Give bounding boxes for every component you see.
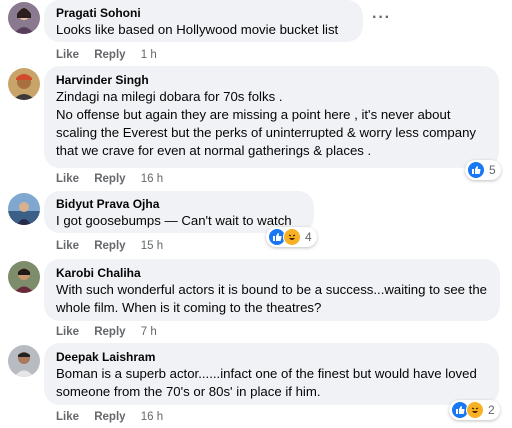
comment-text: With such wonderful actors it is bound t…	[56, 282, 488, 315]
comment-actions: Like Reply 16 h	[56, 410, 163, 424]
haha-reaction-icon	[283, 228, 301, 246]
reaction-count: 5	[489, 163, 496, 177]
comment-bubble: Karobi Chaliha With such wonderful actor…	[44, 259, 500, 321]
comment-bubble: Harvinder Singh Zindagi na milegi dobara…	[44, 66, 499, 168]
reaction-summary[interactable]: 2	[449, 400, 500, 420]
more-options-icon[interactable]: ···	[372, 9, 391, 27]
like-button[interactable]: Like	[56, 49, 79, 61]
avatar[interactable]	[8, 68, 40, 100]
reply-button[interactable]: Reply	[94, 326, 125, 338]
comment-text: I got goosebumps — Can't wait to watch	[56, 213, 292, 228]
comment-timestamp[interactable]: 16 h	[141, 173, 163, 185]
comment-text: Looks like based on Hollywood movie buck…	[56, 22, 339, 37]
comment-author[interactable]: Harvinder Singh	[56, 72, 487, 88]
comment-bubble: Pragati Sohoni Looks like based on Holly…	[44, 0, 363, 42]
like-button[interactable]: Like	[56, 326, 79, 338]
comment-actions: Like Reply 15 h	[56, 239, 163, 253]
reply-button[interactable]: Reply	[94, 173, 125, 185]
avatar[interactable]	[8, 193, 40, 225]
comment-actions: Like Reply 7 h	[56, 325, 157, 339]
comment-timestamp[interactable]: 16 h	[141, 411, 163, 423]
comment-timestamp[interactable]: 15 h	[141, 240, 163, 252]
comment-bubble: Deepak Laishram Boman is a superb actor.…	[44, 343, 499, 405]
avatar[interactable]	[8, 345, 40, 377]
like-reaction-icon	[467, 161, 485, 179]
reaction-count: 4	[305, 230, 312, 244]
comment-author[interactable]: Pragati Sohoni	[56, 5, 351, 21]
reaction-summary[interactable]: 5	[465, 160, 501, 180]
comment-actions: Like Reply 16 h	[56, 172, 163, 186]
like-button[interactable]: Like	[56, 240, 79, 252]
like-button[interactable]: Like	[56, 411, 79, 423]
avatar[interactable]	[8, 261, 40, 293]
comment-author[interactable]: Bidyut Prava Ojha	[56, 196, 302, 212]
reaction-summary[interactable]: 4	[266, 227, 317, 247]
comment-actions: Like Reply 1 h	[56, 48, 157, 62]
comment-author[interactable]: Deepak Laishram	[56, 349, 487, 365]
comment-text: Boman is a superb actor......infact one …	[56, 366, 477, 399]
reply-button[interactable]: Reply	[94, 411, 125, 423]
haha-reaction-icon	[466, 401, 484, 419]
like-button[interactable]: Like	[56, 173, 79, 185]
reply-button[interactable]: Reply	[94, 49, 125, 61]
avatar[interactable]	[8, 2, 40, 34]
reaction-count: 2	[488, 403, 495, 417]
comment-timestamp[interactable]: 7 h	[141, 326, 157, 338]
comment-text: Zindagi na milegi dobara for 70s folks .…	[56, 89, 477, 158]
reply-button[interactable]: Reply	[94, 240, 125, 252]
comment-author[interactable]: Karobi Chaliha	[56, 265, 488, 281]
comment-timestamp[interactable]: 1 h	[141, 49, 157, 61]
